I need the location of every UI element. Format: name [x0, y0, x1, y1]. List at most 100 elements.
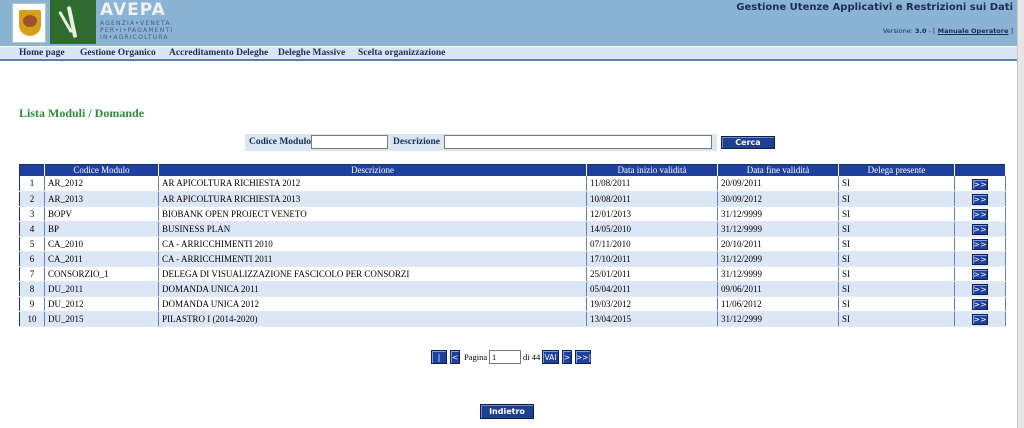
codice-modulo-label: Codice Modulo: [249, 137, 312, 147]
row-detail-button[interactable]: >>: [972, 223, 988, 235]
row-code: AR_2012: [44, 176, 159, 192]
table-row: 8 DU_2011 DOMANDA UNICA 2011 05/04/2011 …: [19, 281, 1006, 297]
col-header-action: [954, 164, 1006, 176]
row-end: 31/12/2999: [717, 311, 839, 327]
pagination: |<< < Pagina di 44 VAI > >>|: [431, 350, 601, 375]
manual-operatore-link[interactable]: Manuale Operatore: [938, 27, 1009, 35]
row-code: DU_2012: [44, 296, 159, 312]
row-code: DU_2015: [44, 311, 159, 327]
page-title: Lista Moduli / Domande: [19, 106, 145, 120]
prev-page-button[interactable]: <: [450, 350, 460, 364]
row-end: 20/10/2011: [717, 236, 839, 252]
menu-item-gestione-organico[interactable]: Gestione Organico: [80, 48, 156, 58]
row-code: CA_2010: [44, 236, 159, 252]
col-header-descrizione[interactable]: Descrizione: [158, 164, 587, 176]
codice-modulo-input[interactable]: [311, 135, 388, 149]
avepa-logo: AVEPA AGENZIA•VENETA PER•I•PAGAMENTI IN•…: [50, 0, 192, 44]
table-row: 5 CA_2010 CA - ARRICCHIMENTI 2010 07/11/…: [19, 236, 1006, 252]
page-label: Pagina: [464, 352, 488, 362]
row-desc: DELEGA DI VISUALIZZAZIONE FASCICOLO PER …: [158, 266, 587, 282]
table-row: 2 AR_2013 AR APICOLTURA RICHIESTA 2013 1…: [19, 191, 1006, 207]
col-header-data-fine[interactable]: Data fine validità: [717, 164, 839, 176]
row-desc: DOMANDA UNICA 2012: [158, 296, 587, 312]
row-end: 31/12/9999: [717, 221, 839, 237]
row-delega: SI: [838, 236, 955, 252]
row-code: BP: [44, 221, 159, 237]
row-start: 19/03/2012: [586, 296, 718, 312]
row-detail-button[interactable]: >>: [972, 238, 988, 250]
row-desc: BIOBANK OPEN PROJECT VENETO: [158, 206, 587, 222]
next-page-button[interactable]: >: [562, 350, 572, 364]
row-desc: DOMANDA UNICA 2011: [158, 281, 587, 297]
table-row: 4 BP BUSINESS PLAN 14/05/2010 31/12/9999…: [19, 221, 1006, 237]
row-detail-button[interactable]: >>: [972, 268, 988, 280]
row-start: 17/10/2011: [586, 251, 718, 267]
row-index: 4: [19, 221, 45, 237]
last-page-button[interactable]: >>|: [575, 350, 591, 364]
row-delega: SI: [838, 266, 955, 282]
row-detail-button[interactable]: >>: [972, 193, 988, 205]
row-delega: SI: [838, 191, 955, 207]
row-end: 11/06/2012: [717, 296, 839, 312]
vertical-scrollbar[interactable]: [1017, 0, 1024, 428]
app-title: Gestione Utenze Applicativi e Restrizion…: [736, 2, 1013, 13]
row-index: 8: [19, 281, 45, 297]
col-header-codice-modulo[interactable]: Codice Modulo: [44, 164, 159, 176]
row-detail-button[interactable]: >>: [972, 313, 988, 325]
row-detail-button[interactable]: >>: [972, 298, 988, 310]
first-page-button[interactable]: |<<: [431, 350, 447, 375]
go-page-button[interactable]: VAI: [542, 350, 559, 364]
page-number-input[interactable]: [489, 350, 521, 364]
row-end: 20/09/2011: [717, 176, 839, 192]
row-delega: SI: [838, 221, 955, 237]
cerca-button[interactable]: Cerca: [721, 136, 775, 149]
row-code: DU_2011: [44, 281, 159, 297]
row-desc: CA - ARRICCHIMENTI 2011: [158, 251, 587, 267]
row-end: 31/12/2099: [717, 251, 839, 267]
row-start: 25/01/2011: [586, 266, 718, 282]
row-start: 12/01/2013: [586, 206, 718, 222]
row-detail-button[interactable]: >>: [972, 283, 988, 295]
menu-item-deleghe-massive[interactable]: Deleghe Massive: [278, 48, 345, 58]
menu-item-home[interactable]: Home page: [19, 48, 65, 58]
row-index: 5: [19, 236, 45, 252]
row-detail-button[interactable]: >>: [972, 253, 988, 265]
row-index: 6: [19, 251, 45, 267]
row-desc: AR APICOLTURA RICHIESTA 2013: [158, 191, 587, 207]
row-index: 7: [19, 266, 45, 282]
moduli-table: Codice Modulo Descrizione Data inizio va…: [19, 164, 1006, 327]
row-end: 30/09/2012: [717, 191, 839, 207]
row-desc: BUSINESS PLAN: [158, 221, 587, 237]
row-detail-button[interactable]: >>: [972, 178, 988, 190]
version-info: Versione: 3.0 - [ Manuale Operatore ]: [882, 27, 1013, 35]
row-start: 14/05/2010: [586, 221, 718, 237]
row-desc: CA - ARRICCHIMENTI 2010: [158, 236, 587, 252]
row-end: 31/12/9999: [717, 266, 839, 282]
table-row: 10 DU_2015 PILASTRO I (2014-2020) 13/04/…: [19, 311, 1006, 327]
row-index: 9: [19, 296, 45, 312]
col-header-data-inizio[interactable]: Data inizio validità: [586, 164, 718, 176]
app-header: AVEPA AGENZIA•VENETA PER•I•PAGAMENTI IN•…: [0, 0, 1017, 46]
row-detail-button[interactable]: >>: [972, 208, 988, 220]
row-code: AR_2013: [44, 191, 159, 207]
row-code: CONSORZIO_1: [44, 266, 159, 282]
indietro-button[interactable]: Indietro: [480, 404, 534, 419]
page-count: di 44: [523, 352, 541, 362]
row-start: 13/04/2015: [586, 311, 718, 327]
descrizione-input[interactable]: [444, 135, 712, 149]
row-index: 10: [19, 311, 45, 327]
row-index: 2: [19, 191, 45, 207]
row-index: 1: [19, 176, 45, 192]
search-form: Codice Modulo Descrizione: [245, 134, 717, 151]
row-code: BOPV: [44, 206, 159, 222]
row-code: CA_2011: [44, 251, 159, 267]
table-row: 7 CONSORZIO_1 DELEGA DI VISUALIZZAZIONE …: [19, 266, 1006, 282]
col-header-delega-presente[interactable]: Delega presente: [838, 164, 955, 176]
descrizione-label: Descrizione: [393, 137, 440, 147]
row-delega: SI: [838, 176, 955, 192]
table-row: 1 AR_2012 AR APICOLTURA RICHIESTA 2012 1…: [19, 176, 1006, 192]
menu-item-accreditamento-deleghe[interactable]: Accreditamento Deleghe: [169, 48, 268, 58]
menu-item-scelta-organizzazione[interactable]: Scelta organizzazione: [358, 48, 445, 58]
row-start: 11/08/2011: [586, 176, 718, 192]
row-start: 10/08/2011: [586, 191, 718, 207]
